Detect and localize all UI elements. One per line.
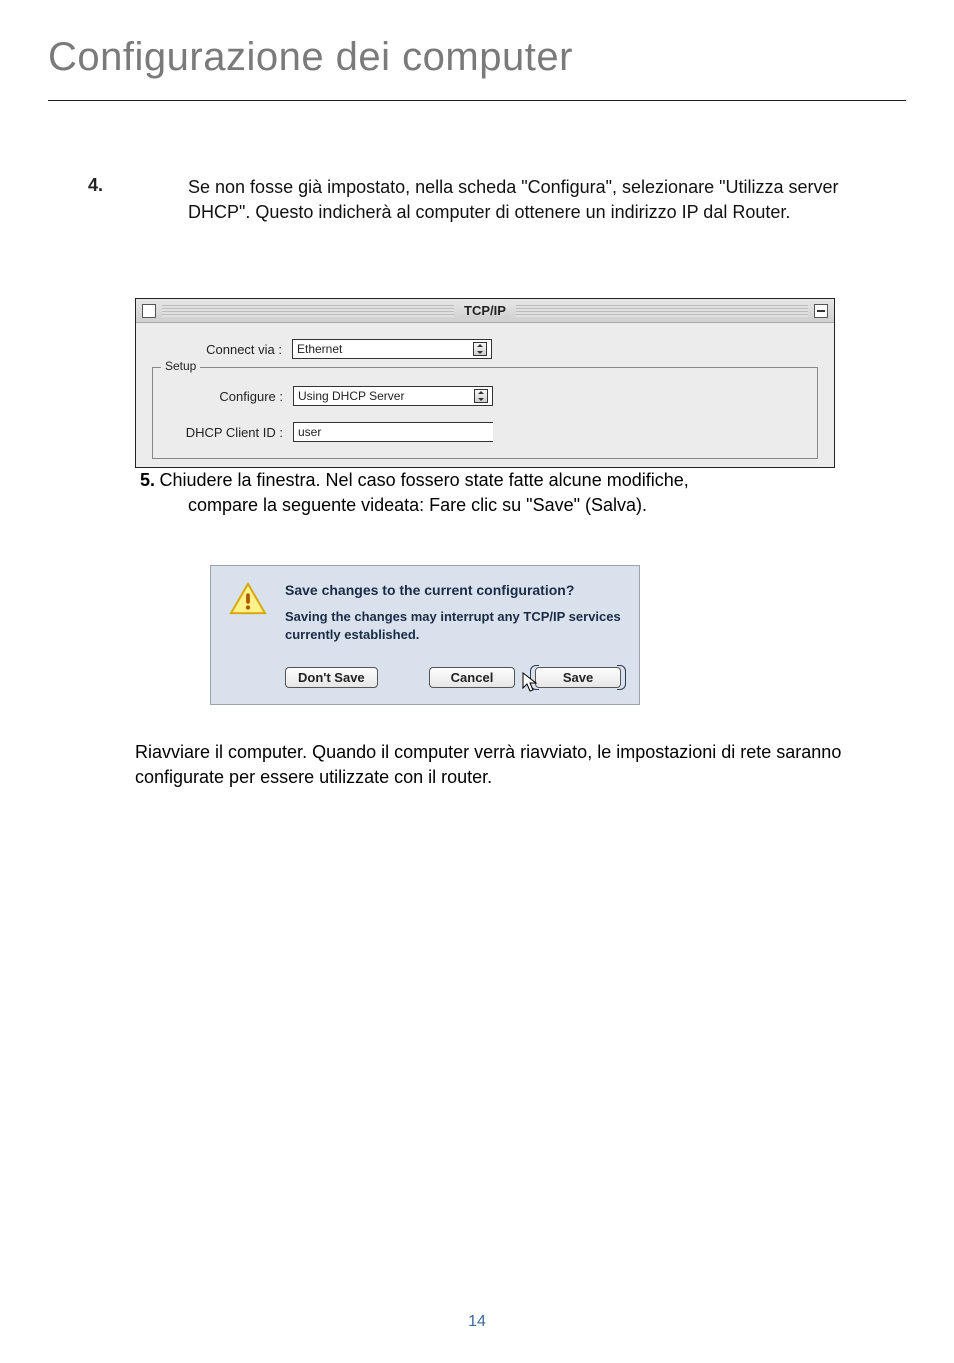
dialog-subtext: Saving the changes may interrupt any TCP… [285, 608, 621, 643]
cancel-button[interactable]: Cancel [429, 667, 515, 688]
page-number: 14 [0, 1313, 954, 1331]
title-rule [48, 100, 906, 101]
titlebar-lines-icon [162, 305, 454, 317]
page-title: Configurazione dei computer [48, 35, 573, 80]
connect-via-select[interactable]: Ethernet [292, 339, 492, 359]
step-5: 5. Chiudere la finestra. Nel caso fosser… [140, 468, 844, 518]
dhcp-client-id-input[interactable]: user [293, 422, 493, 442]
cursor-icon [521, 671, 539, 693]
tcpip-body: Connect via : Ethernet Setup Configure :… [136, 323, 834, 467]
final-paragraph: Riavviare il computer. Quando il compute… [135, 740, 884, 790]
collapse-icon[interactable] [814, 304, 828, 318]
chevron-updown-icon [474, 389, 488, 403]
step-4-number: 4. [88, 175, 103, 196]
save-dialog: Save changes to the current configuratio… [210, 565, 640, 705]
save-button[interactable]: Save [535, 667, 621, 688]
step-5-text-a: Chiudere la finestra. Nel caso fossero s… [159, 470, 688, 490]
step-5-number: 5. [140, 470, 155, 490]
step-5-text-b: compare la seguente videata: Fare clic s… [188, 493, 844, 518]
tcpip-titlebar: TCP/IP [136, 299, 834, 323]
step-4: 4. Se non fosse già impostato, nella sch… [140, 175, 844, 225]
setup-legend: Setup [161, 359, 200, 373]
connect-via-label: Connect via : [152, 342, 292, 357]
close-icon[interactable] [142, 304, 156, 318]
tcpip-title: TCP/IP [460, 303, 510, 318]
tcpip-window: TCP/IP Connect via : Ethernet Setup Conf… [135, 298, 835, 468]
dhcp-client-id-label: DHCP Client ID : [153, 425, 293, 440]
dhcp-client-id-value: user [298, 425, 321, 439]
connect-via-value: Ethernet [297, 342, 342, 356]
chevron-updown-icon [473, 342, 487, 356]
setup-fieldset: Setup Configure : Using DHCP Server DHCP… [152, 367, 818, 459]
step-4-text: Se non fosse già impostato, nella scheda… [188, 175, 844, 225]
configure-value: Using DHCP Server [298, 389, 404, 403]
dialog-heading: Save changes to the current configuratio… [285, 582, 621, 598]
warning-icon [229, 582, 267, 616]
dont-save-button[interactable]: Don't Save [285, 667, 378, 688]
configure-label: Configure : [153, 389, 293, 404]
titlebar-lines-icon [516, 305, 808, 317]
configure-select[interactable]: Using DHCP Server [293, 386, 493, 406]
